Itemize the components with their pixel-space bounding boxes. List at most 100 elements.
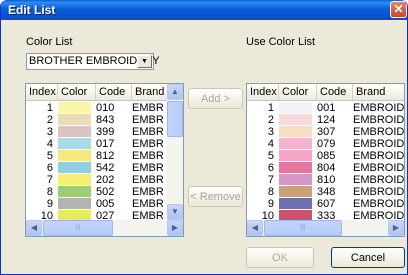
- brand-cell: EMBROID: [353, 198, 405, 210]
- code-cell: 001: [317, 102, 336, 114]
- index-cell: 6: [267, 162, 274, 174]
- brand-cell: EMBRI: [132, 174, 164, 186]
- close-button[interactable]: ✕: [390, 1, 407, 18]
- cancel-button[interactable]: Cancel: [331, 247, 405, 268]
- column-header-color[interactable]: Color: [279, 84, 317, 100]
- scroll-left-icon[interactable]: ◀: [26, 220, 42, 236]
- horizontal-scrollbar[interactable]: ◀ ||| ▶: [26, 220, 183, 236]
- brand-cell: EMBRI: [132, 126, 164, 138]
- table-row[interactable]: 6 804 EMBROID: [247, 162, 405, 174]
- code-cell: 010: [96, 102, 115, 114]
- window-title: Edit List: [8, 3, 56, 17]
- column-header-index[interactable]: Index: [26, 84, 58, 100]
- index-cell: 9: [46, 198, 53, 210]
- brand-cell: EMBRI: [132, 102, 164, 114]
- table-row[interactable]: 7 202 EMBRI: [26, 174, 183, 186]
- color-swatch: [279, 162, 312, 173]
- color-swatch: [279, 150, 312, 161]
- color-swatch: [279, 174, 312, 185]
- brand-cell: EMBRI: [132, 114, 164, 126]
- brand-cell: EMBRI: [132, 198, 164, 210]
- column-header-brand[interactable]: Brand: [353, 84, 404, 100]
- code-cell: 843: [96, 114, 115, 126]
- ok-button[interactable]: OK: [246, 247, 314, 268]
- index-cell: 5: [267, 150, 274, 162]
- table-row[interactable]: 5 085 EMBROID: [247, 150, 404, 162]
- color-swatch: [58, 174, 91, 185]
- color-list-label: Color List: [26, 36, 73, 48]
- table-row[interactable]: 8 348 EMBROID: [247, 186, 404, 198]
- column-header-code[interactable]: Code: [317, 84, 353, 100]
- color-swatch: [58, 162, 91, 173]
- index-cell: 1: [46, 102, 53, 114]
- index-cell: 5: [46, 150, 53, 162]
- horizontal-scrollbar[interactable]: ◀ ||| ▶: [247, 220, 404, 236]
- table-row[interactable]: 1 010 EMBRI: [26, 102, 183, 114]
- scroll-right-icon[interactable]: ▶: [388, 220, 404, 236]
- use-color-list-label: Use Color List: [246, 36, 316, 48]
- code-cell: 307: [317, 126, 336, 138]
- color-swatch: [58, 186, 91, 197]
- index-cell: 8: [267, 186, 274, 198]
- table-row[interactable]: 4 079 EMBROID: [247, 138, 404, 150]
- scroll-up-icon[interactable]: ▲: [167, 84, 183, 100]
- brand-cell: EMBROID: [353, 162, 405, 174]
- index-cell: 8: [46, 186, 53, 198]
- close-icon: ✕: [393, 2, 404, 16]
- scroll-thumb[interactable]: [167, 101, 183, 137]
- color-swatch: [58, 126, 91, 137]
- title-bar[interactable]: Edit List ✕: [1, 0, 407, 20]
- code-cell: 810: [317, 174, 336, 186]
- brand-cell: EMBRI: [132, 186, 164, 198]
- add-button[interactable]: Add >: [188, 88, 243, 109]
- remove-button[interactable]: < Remove: [188, 186, 243, 207]
- code-cell: 005: [96, 198, 115, 210]
- table-row[interactable]: 6 542 EMBRI: [26, 162, 183, 174]
- column-header-code[interactable]: Code: [96, 84, 132, 100]
- color-swatch: [279, 114, 312, 125]
- scroll-thumb[interactable]: |||: [264, 220, 342, 236]
- index-cell: 3: [46, 126, 53, 138]
- index-cell: 6: [46, 162, 53, 174]
- code-cell: 607: [317, 198, 336, 210]
- color-swatch: [279, 186, 312, 197]
- scroll-down-icon[interactable]: ▼: [167, 204, 183, 220]
- index-cell: 4: [267, 138, 274, 150]
- table-row[interactable]: 2 124 EMBROID: [247, 114, 404, 126]
- code-cell: 079: [317, 138, 336, 150]
- index-cell: 3: [267, 126, 274, 138]
- table-row[interactable]: 2 843 EMBRI: [26, 114, 183, 126]
- table-row[interactable]: 9 607 EMBROID: [247, 198, 405, 210]
- scroll-thumb[interactable]: |||: [43, 220, 113, 236]
- table-row[interactable]: 1 001 EMBROID: [247, 102, 405, 114]
- color-swatch: [58, 138, 91, 149]
- edit-list-dialog: Edit List ✕ Color List Use Color List BR…: [0, 0, 408, 275]
- table-row[interactable]: 4 017 EMBRI: [26, 138, 183, 150]
- brand-cell: EMBROID: [353, 102, 405, 114]
- table-row[interactable]: 9 005 EMBRI: [26, 198, 183, 210]
- table-header: Index Color Code Brand: [247, 84, 404, 101]
- color-list-table[interactable]: Index Color Code Brand 1 010 EMBRI 2 843 EMBR…: [25, 83, 184, 237]
- code-cell: 202: [96, 174, 115, 186]
- column-header-brand[interactable]: Brand: [132, 84, 169, 100]
- color-swatch: [58, 114, 91, 125]
- chevron-down-icon[interactable]: ▼: [137, 55, 152, 68]
- column-header-index[interactable]: Index: [247, 84, 279, 100]
- scroll-left-icon[interactable]: ◀: [247, 220, 263, 236]
- column-header-color[interactable]: Color: [58, 84, 96, 100]
- table-row[interactable]: 7 810 EMBROID: [247, 174, 404, 186]
- brand-dropdown[interactable]: BROTHER EMBROIDERY ▼: [26, 53, 160, 70]
- vertical-scrollbar[interactable]: ▲ ▼: [167, 84, 183, 220]
- scroll-right-icon[interactable]: ▶: [167, 220, 183, 236]
- use-color-list-table[interactable]: Index Color Code Brand 1 001 EMBROID 2 124 EM…: [246, 83, 405, 237]
- table-row[interactable]: 3 399 EMBRI: [26, 126, 183, 138]
- color-swatch: [58, 102, 91, 113]
- brand-cell: EMBRI: [132, 138, 164, 150]
- table-row[interactable]: 8 502 EMBRI: [26, 186, 183, 198]
- code-cell: 348: [317, 186, 336, 198]
- table-row[interactable]: 5 812 EMBRI: [26, 150, 183, 162]
- table-row[interactable]: 3 307 EMBROID: [247, 126, 404, 138]
- index-cell: 4: [46, 138, 53, 150]
- color-swatch: [279, 126, 312, 137]
- code-cell: 017: [96, 138, 115, 150]
